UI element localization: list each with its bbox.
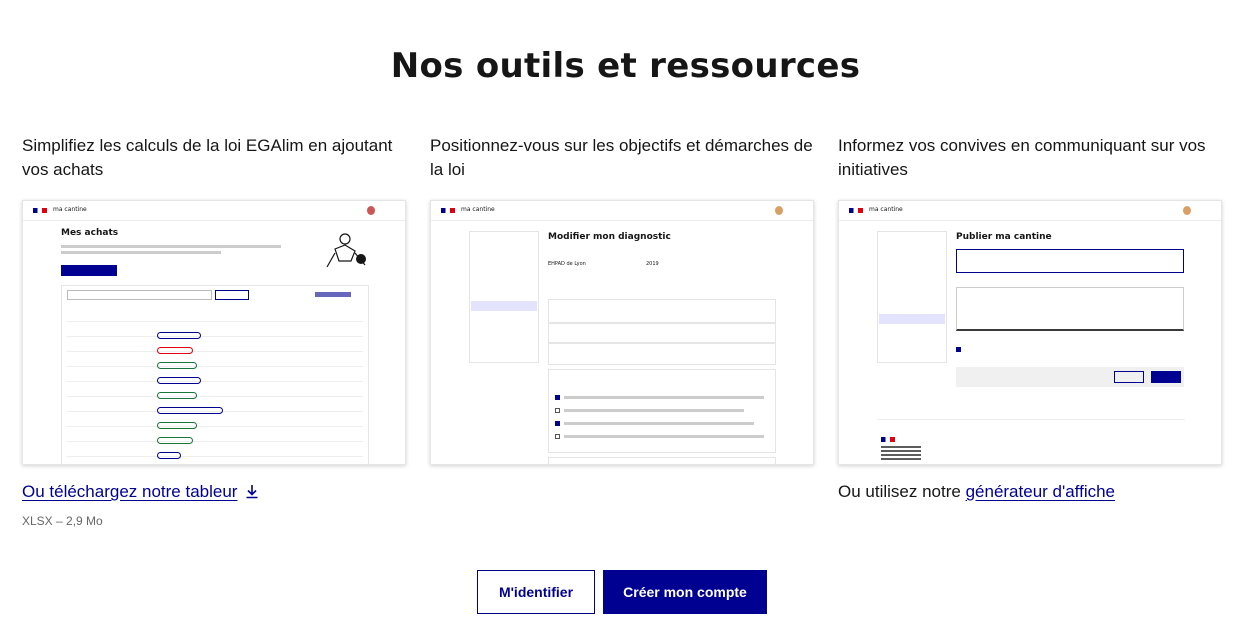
download-link-line: Ou téléchargez notre tableur (22, 482, 259, 502)
mini-row-divider (67, 351, 363, 352)
mini-row-divider (67, 381, 363, 382)
tool-card-diagnostic: Positionnez-vous sur les objectifs et dé… (430, 134, 814, 465)
mini-footer-logo (881, 446, 921, 460)
mini-checkbox (956, 347, 961, 352)
mini-badge (157, 452, 181, 459)
mini-badge (157, 377, 201, 384)
download-spreadsheet-link[interactable]: Ou téléchargez notre tableur (22, 482, 237, 501)
mini-checkbox (555, 395, 560, 400)
mini-info-notice (956, 249, 1184, 273)
link-prefix: Ou utilisez notre (838, 482, 961, 501)
mini-text-placeholder (61, 251, 221, 254)
screenshot-publier-cantine: ma cantine Publier ma cantine (838, 200, 1222, 465)
mini-row-divider (67, 366, 363, 367)
mini-heading: Modifier mon diagnostic (548, 232, 671, 242)
mini-heading: Publier ma cantine (956, 232, 1052, 242)
screenshot-mes-achats: ma cantine Mes achats (22, 200, 406, 465)
mini-brand: ma cantine (869, 206, 903, 213)
mini-checkbox (555, 408, 560, 413)
mini-badge (157, 347, 193, 354)
mini-search-button (215, 290, 249, 300)
mini-accordion (548, 343, 776, 365)
mini-badge (157, 407, 223, 414)
card-description: Informez vos convives en communiquant su… (838, 136, 1206, 179)
mini-text-placeholder (61, 245, 281, 248)
mini-text-placeholder (564, 422, 754, 425)
mini-sidebar-active (471, 301, 537, 311)
mini-sidebar-active (879, 314, 945, 324)
mini-text-placeholder (564, 396, 764, 399)
file-meta: XLSX – 2,9 Mo (22, 514, 103, 528)
mini-heading: Mes achats (61, 228, 119, 238)
avatar-icon (1183, 206, 1191, 215)
republique-flag-icon (881, 437, 895, 442)
mini-badge (157, 422, 197, 429)
mini-table (61, 285, 369, 464)
republique-flag-icon (849, 208, 863, 213)
card-description: Simplifiez les calculs de la loi EGAlim … (22, 136, 393, 179)
tool-card-achats: Simplifiez les calculs de la loi EGAlim … (22, 134, 406, 528)
mini-accordion (548, 457, 776, 464)
login-button[interactable]: M'identifier (477, 570, 595, 614)
mini-accordion (548, 323, 776, 343)
mini-checkbox (555, 421, 560, 426)
mini-badge (157, 392, 197, 399)
mini-field-value: 2019 (646, 261, 659, 267)
mini-brand: ma cantine (53, 206, 87, 213)
mini-checkbox (555, 434, 560, 439)
poster-link-line: Ou utilisez notre générateur d'affiche (838, 482, 1115, 502)
mini-field-value: EHPAD de Lyon (548, 261, 586, 267)
mini-footer-divider (877, 419, 1185, 420)
download-icon (246, 485, 258, 499)
mini-header: ma cantine (839, 201, 1221, 221)
mini-cancel-button (1114, 371, 1144, 383)
mini-validate-button (1151, 371, 1181, 383)
republique-flag-icon (33, 208, 47, 213)
mini-accordion (548, 299, 776, 323)
screenshot-modifier-diagnostic: ma cantine Modifier mon diagnostic EHPAD… (430, 200, 814, 465)
mini-badge (157, 437, 193, 444)
mini-brand: ma cantine (461, 206, 495, 213)
mini-link (315, 292, 351, 297)
mini-sidebar (877, 231, 947, 363)
card-description: Positionnez-vous sur les objectifs et dé… (430, 136, 813, 179)
republique-flag-icon (441, 208, 455, 213)
mini-row-divider (67, 441, 363, 442)
mini-badge (157, 332, 201, 339)
section-title: Nos outils et ressources (390, 46, 861, 86)
mini-row-divider (67, 456, 363, 457)
mini-header: ma cantine (431, 201, 813, 221)
mini-text-placeholder (564, 409, 744, 412)
mini-row-divider (67, 336, 363, 337)
mini-header: ma cantine (23, 201, 405, 221)
poster-generator-link[interactable]: générateur d'affiche (966, 482, 1115, 501)
mini-sidebar (469, 231, 539, 363)
mini-add-button (61, 265, 117, 276)
avatar-icon (367, 206, 375, 215)
create-account-button[interactable]: Créer mon compte (603, 570, 767, 614)
illustration-icon (326, 233, 366, 268)
mini-textarea (956, 287, 1184, 331)
mini-action-bar (956, 367, 1184, 387)
mini-row-divider (67, 321, 363, 322)
mini-row-divider (67, 426, 363, 427)
mini-text-placeholder (564, 435, 764, 438)
mini-row-divider (67, 396, 363, 397)
avatar-icon (775, 206, 783, 215)
mini-badge (157, 362, 197, 369)
mini-search (67, 290, 212, 300)
tool-card-publication: Informez vos convives en communiquant su… (838, 134, 1222, 501)
